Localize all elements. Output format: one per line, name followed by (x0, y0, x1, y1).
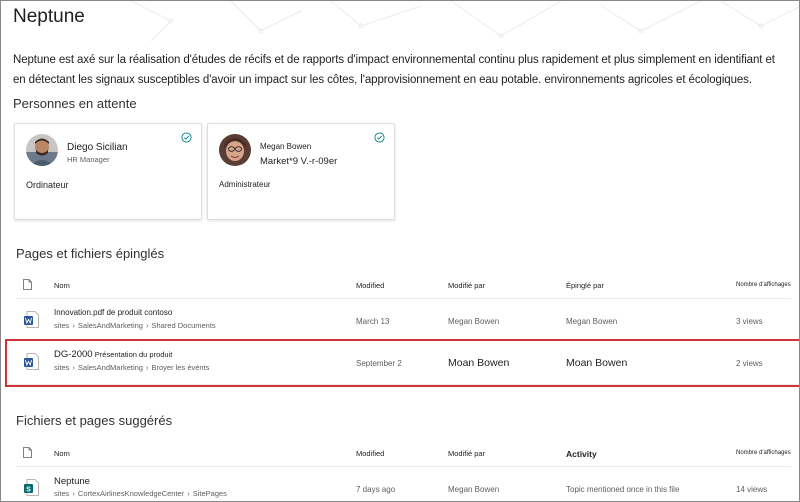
modified-by: Moan Bowen (448, 357, 510, 369)
chevron-right-icon: › (145, 363, 149, 372)
file-name[interactable]: Neptune (54, 476, 90, 487)
table-row[interactable]: Innovation.pdf de produit contoso sites ›… (16, 299, 791, 341)
path-segment[interactable]: Broyer les événts (151, 363, 209, 372)
people-section-title: Personnes en attente (13, 96, 137, 111)
person-name: Diego Sicilian (67, 142, 128, 153)
activity-text: Topic mentioned once in this file (566, 485, 680, 494)
chevron-right-icon: › (72, 363, 75, 372)
avatar-diego (26, 134, 58, 166)
table-row[interactable]: S Neptune sites › CortexAirlinesKnowledgeC… (16, 467, 791, 501)
path-segment[interactable]: CortexAirlinesKnowledgeCenter (78, 489, 184, 498)
file-type-header-icon[interactable] (23, 447, 32, 458)
file-name[interactable]: Innovation.pdf de produit contoso (54, 308, 172, 317)
chevron-right-icon: › (72, 321, 75, 330)
column-header-pinned-by[interactable]: Épinglé par (566, 281, 604, 290)
path-segment[interactable]: SitePages (193, 489, 227, 498)
chevron-right-icon: › (72, 489, 75, 498)
chevron-right-icon: › (187, 489, 190, 498)
column-header-views[interactable]: Nombre d'affichages (736, 450, 791, 456)
file-name-main: DG-2000 (54, 349, 93, 360)
file-type-header-icon[interactable] (23, 279, 32, 290)
suggested-section-title: Fichiers et pages suggérés (16, 413, 173, 428)
column-header-modified-by[interactable]: Modifié par (448, 449, 485, 458)
sharepoint-page-icon: S (24, 479, 39, 496)
column-header-modified-by[interactable]: Modifié par (448, 281, 485, 290)
person-card-megan[interactable]: Megan Bowen Market*9 V.-r-09er Administr… (207, 123, 395, 220)
pinned-files-table: Nom Modified Modifié par Épinglé par Nom… (5, 271, 799, 387)
modified-by: Megan Bowen (448, 485, 500, 494)
column-header-activity[interactable]: Activity (566, 449, 597, 459)
pinned-section-title: Pages et fichiers épinglés (16, 246, 165, 261)
view-count: 2 views (736, 359, 763, 368)
checkmark-circle-icon (374, 132, 385, 143)
suggested-files-table: Nom Modified Modifié par Activity Nombre… (16, 439, 791, 501)
person-role: HR Manager (67, 155, 110, 164)
modified-date: September 2 (356, 359, 402, 368)
path-segment[interactable]: SalesAndMarketing (78, 363, 143, 372)
view-count: 3 views (736, 317, 763, 326)
person-meta: Administrateur (219, 180, 271, 189)
column-header-name[interactable]: Nom (54, 449, 70, 458)
person-name: Megan Bowen (260, 142, 312, 151)
table-header: Nom Modified Modifié par Épinglé par Nom… (16, 271, 791, 299)
person-meta: Ordinateur (26, 180, 69, 190)
path-segment[interactable]: SalesAndMarketing (78, 321, 143, 330)
path-segment[interactable]: sites (54, 489, 69, 498)
person-role: Market*9 V.-r-09er (260, 156, 338, 167)
avatar-megan (219, 134, 251, 166)
modified-by: Megan Bowen (448, 317, 500, 326)
page-title: Neptune (13, 6, 85, 27)
person-card-diego[interactable]: Diego Sicilian HR Manager Ordinateur (14, 123, 202, 220)
file-path-breadcrumb: sites › SalesAndMarketing › Shared Documents (54, 321, 216, 330)
file-name-rest: Présentation du produit (94, 350, 173, 359)
file-name[interactable]: DG-2000 Présentation du produit (54, 349, 172, 360)
column-header-name[interactable]: Nom (54, 281, 70, 290)
word-icon (24, 353, 39, 370)
column-header-views[interactable]: Nombre d'affichages (736, 282, 791, 288)
pinned-by: Moan Bowen (566, 357, 628, 369)
background-pattern (130, 1, 799, 41)
modified-date: March 13 (356, 317, 390, 326)
file-path-breadcrumb: sites › SalesAndMarketing › Broyer les évént… (54, 363, 209, 372)
path-segment[interactable]: sites (54, 321, 69, 330)
word-icon (24, 311, 39, 328)
table-header: Nom Modified Modifié par Activity Nombre… (16, 439, 791, 467)
column-header-modified[interactable]: Modified (356, 281, 384, 290)
table-row-highlighted[interactable]: DG-2000 Présentation du produit sites › Sa… (5, 339, 799, 387)
path-segment[interactable]: sites (54, 363, 69, 372)
view-count: 14 views (736, 485, 768, 494)
site-description: Neptune est axé sur la réalisation d'étu… (13, 54, 775, 86)
svg-text:S: S (26, 486, 31, 493)
modified-date: 7 days ago (356, 485, 396, 494)
chevron-right-icon: › (145, 321, 149, 330)
pinned-by: Megan Bowen (566, 317, 618, 326)
checkmark-circle-icon (181, 132, 192, 143)
column-header-modified[interactable]: Modified (356, 449, 384, 458)
file-path-breadcrumb: sites › CortexAirlinesKnowledgeCenter › Site… (54, 489, 227, 498)
path-segment[interactable]: Shared Documents (151, 321, 215, 330)
neptune-page: Neptune Neptune est axé sur la réalisati… (0, 0, 800, 502)
